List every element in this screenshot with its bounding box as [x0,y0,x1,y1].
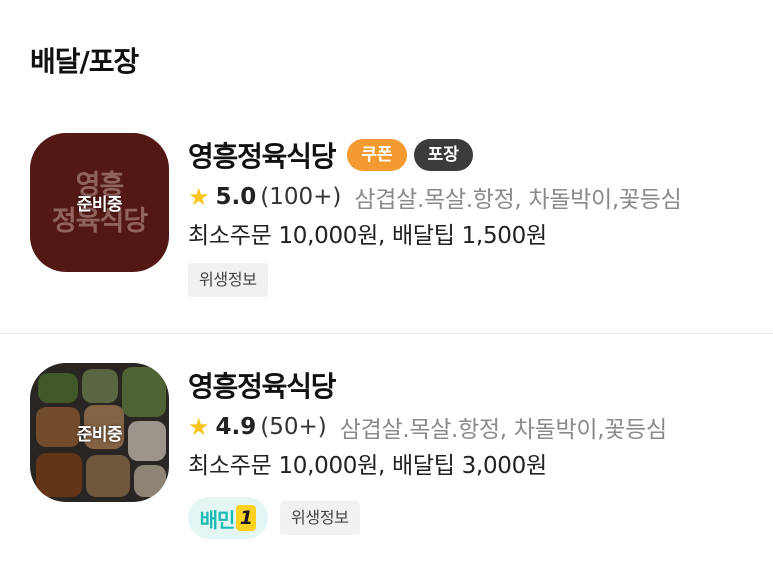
store-name[interactable]: 영흥정육식당 [188,365,337,405]
order-info: 최소주문 10,000원, 배달팁 1,500원 [188,223,547,249]
store-thumbnail[interactable]: 준비중 [30,363,169,502]
divider [0,333,773,334]
takeout-badge: 포장 [413,139,473,171]
baemin1-number: 1 [236,505,257,531]
review-count: (50+) [260,414,327,440]
rating-row: ★ 5.0 (100+) 삼겹살.목살.항정, 차돌박이,꽃등심 [188,179,773,215]
store-card[interactable]: 준비중 영흥정육식당 ★ 4.9 (50+) 삼겹살.목살.항정, 차돌박이,꽃… [0,335,773,563]
preparing-status: 준비중 [76,425,123,445]
store-name[interactable]: 영흥정육식당 [188,135,337,175]
menu-summary: 삼겹살.목살.항정, 차돌박이,꽃등심 [354,187,682,213]
section-title: 배달/포장 [30,45,139,78]
store-info: 영흥정육식당 쿠폰 포장 ★ 5.0 (100+) 삼겹살.목살.항정, 차돌박… [188,135,773,297]
store-card[interactable]: 영흥 정육식당 준비중 영흥정육식당 쿠폰 포장 ★ 5.0 (100+) 삼겹… [0,125,773,333]
baemin1-label: 배민 [199,507,236,532]
store-list-page: 배달/포장 영흥 정육식당 준비중 영흥정육식당 쿠폰 포장 ★ 5.0 (10… [0,0,773,563]
store-thumbnail[interactable]: 영흥 정육식당 준비중 [30,133,169,272]
rating-score: 5.0 [215,184,257,210]
store-name-row: 영흥정육식당 [188,365,773,405]
store-info: 영흥정육식당 ★ 4.9 (50+) 삼겹살.목살.항정, 차돌박이,꽃등심 최… [188,365,773,539]
baemin1-badge: 배민 1 [188,497,268,539]
tag-row: 배민 1 위생정보 [188,497,773,539]
order-info: 최소주문 10,000원, 배달팁 3,000원 [188,453,547,479]
store-name-row: 영흥정육식당 쿠폰 포장 [188,135,773,175]
review-count: (100+) [260,184,342,210]
hygiene-info-tag[interactable]: 위생정보 [188,263,268,297]
coupon-badge: 쿠폰 [347,139,407,171]
menu-summary: 삼겹살.목살.항정, 차돌박이,꽃등심 [339,417,667,443]
star-icon: ★ [188,413,210,441]
tag-row: 위생정보 [188,263,773,297]
hygiene-info-tag[interactable]: 위생정보 [280,501,360,535]
rating-row: ★ 4.9 (50+) 삼겹살.목살.항정, 차돌박이,꽃등심 [188,409,773,445]
rating-score: 4.9 [215,414,257,440]
preparing-status: 준비중 [76,195,123,215]
star-icon: ★ [188,183,210,211]
